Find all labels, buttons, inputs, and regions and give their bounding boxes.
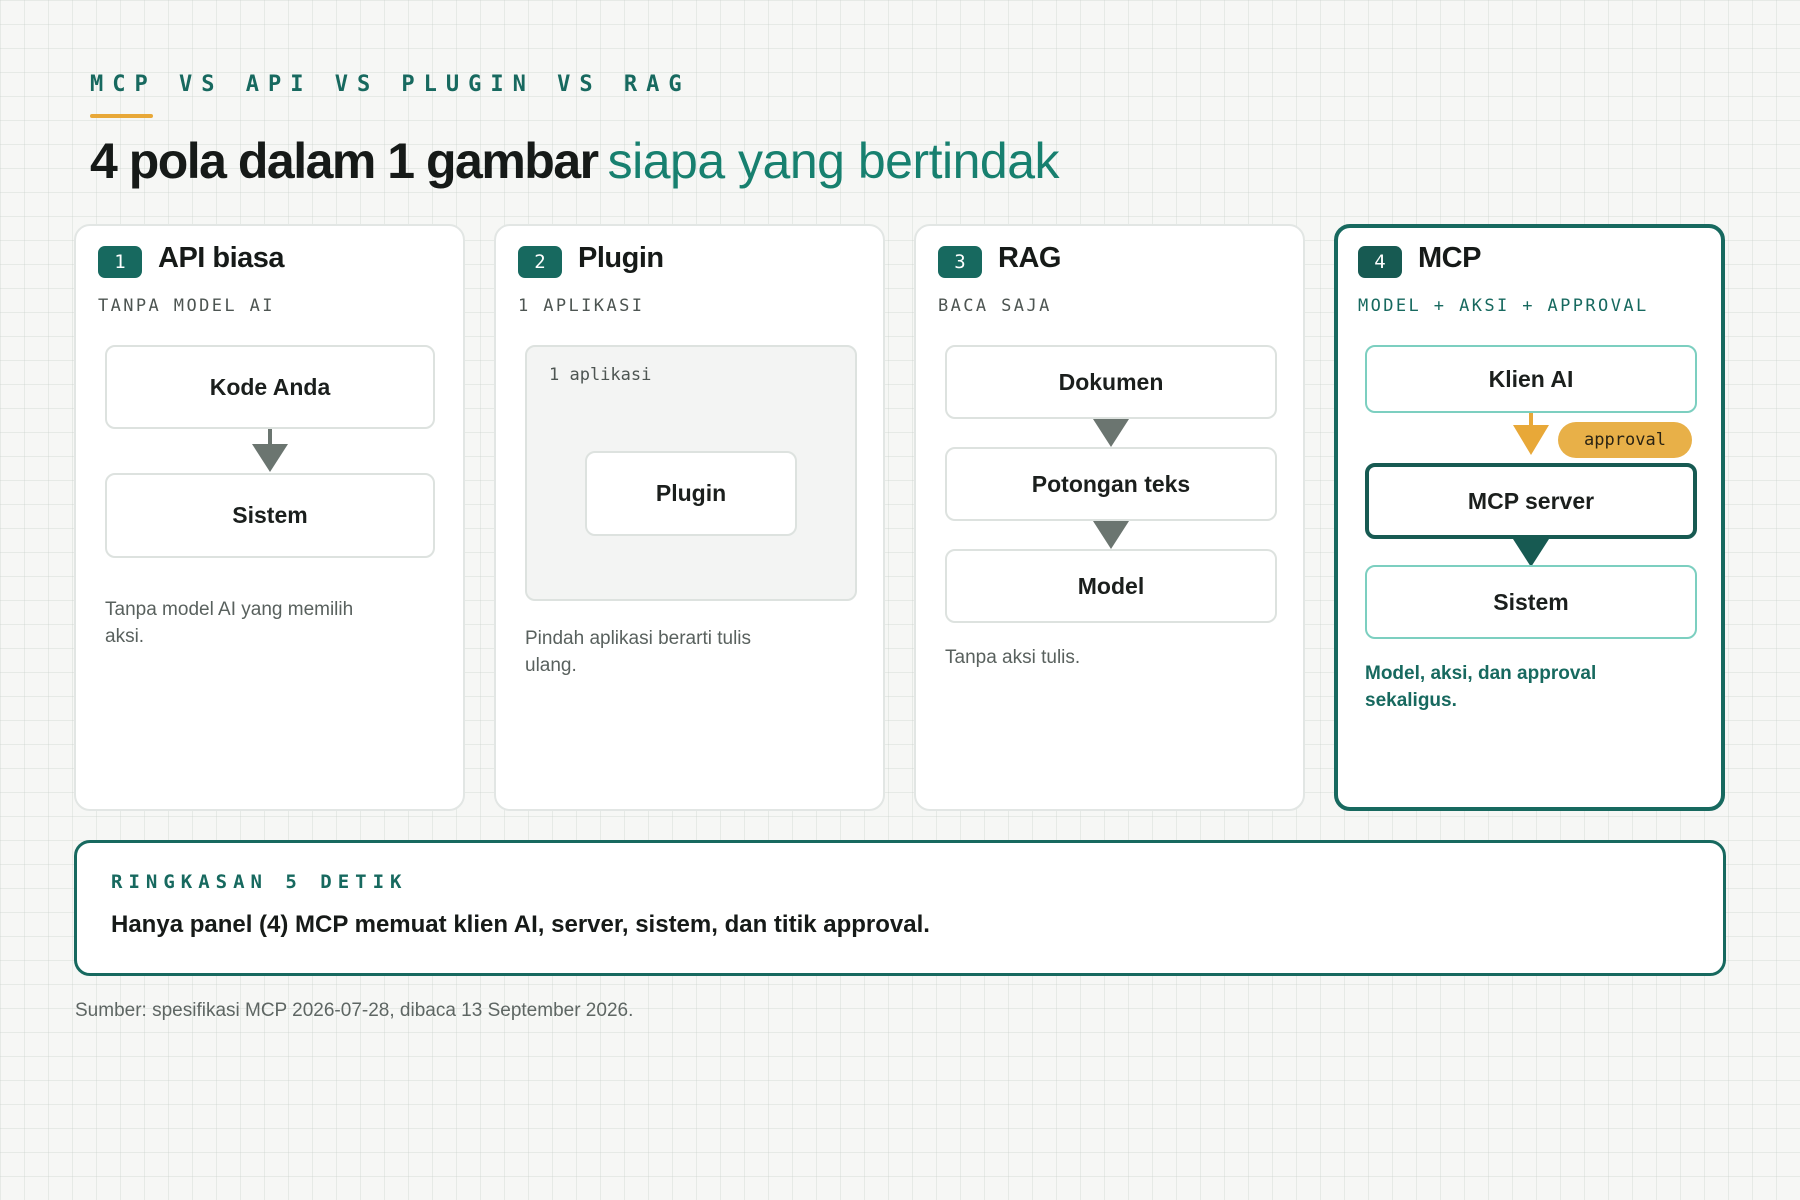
summary-card: RINGKASAN 5 DETIK Hanya panel (4) MCP me… — [74, 840, 1726, 976]
box-sistem: Sistem — [105, 473, 435, 558]
box-model: Model — [945, 549, 1277, 623]
box-sistem: Sistem — [1365, 565, 1697, 639]
panel-note: Tanpa aksi tulis. — [945, 647, 1081, 668]
panel-subtitle: MODEL + AKSI + APPROVAL — [1358, 296, 1649, 316]
panel-number-badge: 1 — [98, 246, 142, 278]
page-title: 4 pola dalam 1 gambar siapa yang bertinda… — [90, 128, 1060, 194]
panel-rag: 3 RAG BACA SAJA Dokumen Potongan teks Mo… — [914, 224, 1305, 811]
box-potongan-teks: Potongan teks — [945, 447, 1277, 521]
panel-note: Tanpa model AI yang memilih aksi. — [105, 599, 354, 647]
panel-number-badge: 2 — [518, 246, 562, 278]
panel-subtitle: TANPA MODEL AI — [98, 296, 275, 316]
panel-note: Model, aksi, dan approval sekaligus. — [1365, 663, 1597, 711]
panel-plugin: 2 Plugin 1 APLIKASI 1 aplikasi Plugin Pi… — [494, 224, 885, 811]
panel-subtitle: 1 APLIKASI — [518, 296, 645, 316]
panel-title: RAG — [998, 242, 1061, 274]
arrow-down-icon — [1093, 521, 1129, 549]
box-plugin: Plugin — [585, 451, 797, 536]
arrow-down-icon — [1093, 419, 1129, 447]
approval-badge: approval — [1558, 422, 1692, 458]
panel-title: API biasa — [158, 242, 285, 274]
panel-note: Pindah aplikasi berarti tulis ulang. — [525, 628, 752, 676]
eyebrow-underline — [90, 114, 153, 118]
panel-title: MCP — [1418, 242, 1481, 274]
panel-number-badge: 3 — [938, 246, 982, 278]
box-kode-anda: Kode Anda — [105, 345, 435, 429]
panel-subtitle: BACA SAJA — [938, 296, 1052, 316]
summary-label: RINGKASAN 5 DETIK — [111, 871, 408, 893]
summary-text: Hanya panel (4) MCP memuat klien AI, ser… — [111, 911, 930, 938]
panel-api: 1 API biasa TANPA MODEL AI Kode Anda Sis… — [74, 224, 465, 811]
panel-mcp: 4 MCP MODEL + AKSI + APPROVAL Klien AI a… — [1334, 224, 1725, 811]
source-citation: Sumber: spesifikasi MCP 2026-07-28, diba… — [75, 1000, 634, 1021]
eyebrow-label: MCP VS API VS PLUGIN VS RAG — [90, 72, 691, 97]
arrow-down-icon — [1513, 539, 1549, 567]
box-dokumen: Dokumen — [945, 345, 1277, 419]
page-title-main: 4 pola dalam 1 gambar — [90, 133, 599, 189]
approval-arrow-icon — [1513, 425, 1549, 455]
box-mcp-server: MCP server — [1365, 463, 1697, 539]
box-klien-ai: Klien AI — [1365, 345, 1697, 413]
panel-number-badge: 4 — [1358, 246, 1402, 278]
app-container-label: 1 aplikasi — [549, 365, 652, 385]
app-container: 1 aplikasi Plugin — [525, 345, 857, 601]
arrow-down-icon — [252, 444, 288, 472]
panel-title: Plugin — [578, 242, 664, 274]
page-title-accent: siapa yang bertindak — [607, 133, 1060, 189]
